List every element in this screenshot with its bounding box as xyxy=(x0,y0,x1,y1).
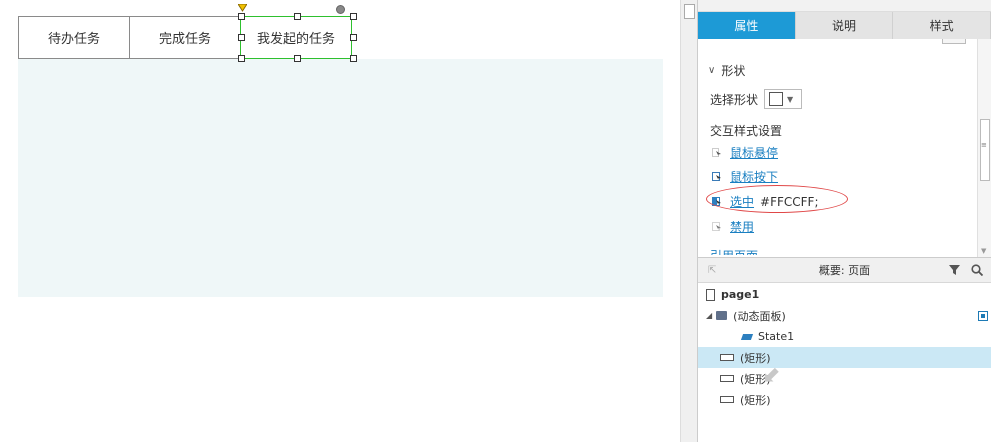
resize-handle-bm[interactable] xyxy=(294,55,301,62)
tab-todo[interactable]: 待办任务 xyxy=(18,16,130,59)
resize-handle-tl[interactable] xyxy=(238,13,245,20)
inspector-panel: 属性 说明 样式 ∨ 形状 选择形状 ▼ 交互样式设置 鼠标悬停 鼠标按下 选中… xyxy=(697,0,991,257)
collapsed-field xyxy=(942,39,966,44)
hover-style-icon xyxy=(712,147,722,158)
tree-item-rect[interactable]: (矩形) xyxy=(698,368,991,389)
hover-style-link[interactable]: 鼠标悬停 xyxy=(730,144,778,161)
scroll-down-arrow-icon[interactable]: ▼ xyxy=(981,247,986,255)
disabled-style-icon xyxy=(712,221,722,232)
shape-section-title: 形状 xyxy=(721,64,746,78)
scroll-grip-icon: ≡ xyxy=(981,141,987,149)
tree-item-dynamic-panel[interactable]: ◢ (动态面板) xyxy=(698,305,991,326)
state-icon xyxy=(740,333,754,340)
tree-item-state[interactable]: State1 xyxy=(698,326,991,347)
canvas-scrollbar[interactable] xyxy=(680,0,697,442)
design-canvas[interactable]: 待办任务 完成任务 我发起的任务 xyxy=(0,0,680,442)
rectangle-icon xyxy=(720,375,734,382)
panel-badge-icon[interactable] xyxy=(978,310,988,321)
rectangle-shape-icon xyxy=(769,92,784,106)
shape-select-row: 选择形状 ▼ xyxy=(710,89,803,109)
dynamic-panel-area[interactable] xyxy=(18,59,663,297)
shape-section-header[interactable]: ∨ 形状 xyxy=(708,62,745,79)
canvas-scroll-thumb[interactable] xyxy=(684,4,695,19)
disabled-style-link[interactable]: 禁用 xyxy=(730,218,754,235)
mousedown-style-link[interactable]: 鼠标按下 xyxy=(730,168,778,185)
inspector-header-strip xyxy=(698,0,991,12)
dropdown-caret-icon: ▼ xyxy=(787,94,794,104)
page-icon xyxy=(706,288,715,301)
tree-item-page[interactable]: page1 xyxy=(698,284,991,305)
outline-title: 概要: 页面 xyxy=(818,264,871,277)
rotate-handle[interactable] xyxy=(336,5,345,14)
tab-notes[interactable]: 说明 xyxy=(795,12,894,39)
expand-triangle-icon[interactable]: ◢ xyxy=(706,311,712,320)
style-item-hover[interactable]: 鼠标悬停 xyxy=(712,144,778,161)
inspector-scroll-thumb[interactable] xyxy=(980,119,990,181)
resize-handle-tm[interactable] xyxy=(294,13,301,20)
rectangle-icon xyxy=(720,396,734,403)
chevron-down-icon: ∨ xyxy=(708,65,716,76)
resize-handle-br[interactable] xyxy=(350,55,357,62)
annotation-ellipse xyxy=(706,185,848,213)
shape-select-dropdown[interactable]: ▼ xyxy=(764,89,803,109)
style-item-mousedown[interactable]: 鼠标按下 xyxy=(712,168,778,185)
tree-item-rect-selected[interactable]: (矩形) xyxy=(698,347,991,368)
resize-handle-tr[interactable] xyxy=(350,13,357,20)
resize-handle-bl[interactable] xyxy=(238,55,245,62)
tab-completed[interactable]: 完成任务 xyxy=(129,16,241,59)
tab-initiated[interactable]: 我发起的任务 xyxy=(240,16,352,59)
outline-header: ⇱ 概要: 页面 xyxy=(698,258,991,283)
filter-icon[interactable] xyxy=(949,264,961,276)
tab-style[interactable]: 样式 xyxy=(893,12,991,39)
interaction-style-title: 交互样式设置 xyxy=(710,124,783,138)
resize-handle-ml[interactable] xyxy=(238,34,245,41)
dynamic-panel-icon xyxy=(716,311,728,320)
tab-properties[interactable]: 属性 xyxy=(698,12,796,39)
search-icon[interactable] xyxy=(971,264,983,276)
rectangle-icon xyxy=(720,354,734,361)
inspector-scrollbar[interactable]: ≡ ▼ xyxy=(977,39,991,257)
resize-handle-mr[interactable] xyxy=(350,34,357,41)
outline-panel: ⇱ 概要: 页面 page1 ◢ (动态面板) State1 (矩形) (矩形)… xyxy=(697,257,991,442)
inspector-tabs: 属性 说明 样式 xyxy=(698,12,991,39)
style-item-disabled[interactable]: 禁用 xyxy=(712,218,754,235)
tree-item-rect[interactable]: (矩形) xyxy=(698,389,991,410)
drag-cursor-icon: ⬋ xyxy=(763,362,782,387)
corner-marker-icon[interactable] xyxy=(238,4,247,12)
reference-page-label[interactable]: 引用页面 xyxy=(710,247,758,255)
shape-select-label: 选择形状 xyxy=(710,92,759,107)
tab-widget-group: 待办任务 完成任务 我发起的任务 xyxy=(18,16,352,59)
mousedown-style-icon xyxy=(712,171,722,182)
